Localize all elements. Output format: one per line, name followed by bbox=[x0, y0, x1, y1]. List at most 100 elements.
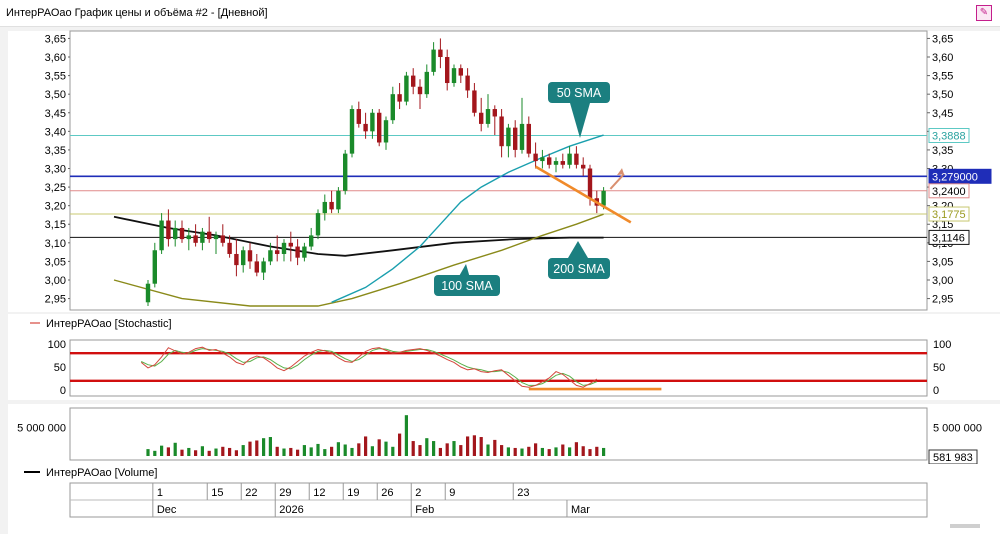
volume-bar bbox=[391, 446, 395, 456]
volume-bar bbox=[275, 446, 279, 456]
volume-bar bbox=[255, 440, 259, 456]
volume-bar bbox=[466, 436, 470, 456]
volume-bar bbox=[214, 448, 218, 456]
candle-body bbox=[159, 220, 164, 251]
candle-body bbox=[356, 109, 361, 124]
volume-bar bbox=[370, 446, 374, 456]
volume-bar bbox=[588, 449, 592, 456]
volume-bar bbox=[513, 447, 517, 456]
candle-body bbox=[540, 157, 545, 162]
candle-body bbox=[519, 123, 525, 150]
price-tick-label-left: 3,15 bbox=[45, 219, 66, 231]
volume-bar bbox=[398, 433, 402, 456]
price-tick-label-left: 3,40 bbox=[45, 126, 66, 138]
candle-body bbox=[547, 157, 552, 165]
candle-body bbox=[234, 253, 239, 266]
volume-bar bbox=[302, 445, 306, 456]
month-label: Mar bbox=[571, 504, 590, 516]
candle-body bbox=[268, 250, 273, 262]
volume-bar bbox=[452, 441, 456, 456]
volume-bar bbox=[418, 445, 422, 456]
candle-body bbox=[261, 261, 266, 273]
candle-body bbox=[479, 112, 484, 124]
window-title: ИнтерРАОао График цены и объёма #2 - [Дн… bbox=[6, 7, 268, 19]
candle-body bbox=[295, 246, 300, 258]
candle-body bbox=[553, 161, 559, 165]
time-axis: ИнтерРАОао [Volume]1 15 22 29 12 19 26 2 9 23Dec 2… bbox=[8, 464, 1000, 534]
volume-bar bbox=[574, 442, 578, 456]
callout-label: 100 SMA bbox=[441, 279, 493, 293]
candle-body bbox=[472, 90, 477, 113]
candle-body bbox=[458, 68, 463, 76]
level-value-label: 3,1146 bbox=[932, 232, 965, 244]
candle-body bbox=[438, 49, 443, 58]
volume-bar bbox=[384, 441, 388, 456]
price-panel: 3,65 3,65 3,60 3,60 3,55 3,55 3,50 3,50 3,45 3,45… bbox=[8, 30, 1000, 312]
stochastic-tick-label-right: 0 bbox=[933, 385, 939, 397]
candle-body bbox=[288, 242, 293, 247]
volume-bar bbox=[268, 437, 272, 456]
candle-body bbox=[574, 153, 579, 165]
price-tick-label-right: 3,65 bbox=[932, 33, 953, 45]
day-label: 12 bbox=[313, 487, 325, 499]
candle-body bbox=[247, 250, 253, 262]
candle-body bbox=[404, 75, 409, 102]
level-value-label: 3,1775 bbox=[932, 209, 966, 221]
volume-bar bbox=[561, 444, 565, 456]
candle-body bbox=[166, 220, 171, 240]
volume-bar bbox=[506, 447, 510, 456]
volume-bar bbox=[153, 450, 157, 456]
day-label: 1 bbox=[157, 487, 163, 499]
volume-bar bbox=[534, 443, 538, 456]
price-tick-label-left: 3,60 bbox=[45, 52, 66, 64]
candle-body bbox=[220, 235, 225, 243]
volume-bar bbox=[228, 447, 232, 456]
price-tick-label-left: 2,95 bbox=[45, 294, 66, 306]
candle-body bbox=[213, 235, 219, 240]
price-tick-label-left: 3,35 bbox=[45, 145, 66, 157]
volume-bar bbox=[438, 447, 442, 456]
candle-body bbox=[587, 168, 593, 199]
month-label: Feb bbox=[415, 504, 434, 516]
volume-bar bbox=[520, 448, 524, 456]
day-label: 9 bbox=[449, 487, 455, 499]
day-label: 2 bbox=[415, 487, 421, 499]
volume-panel-bg bbox=[8, 404, 1000, 464]
stochastic-tick-label-left: 50 bbox=[54, 362, 66, 374]
volume-bar bbox=[146, 449, 150, 456]
candle-body bbox=[465, 75, 470, 91]
volume-bar bbox=[459, 445, 463, 456]
candle-body bbox=[173, 227, 178, 240]
month-label: 2026 bbox=[279, 504, 303, 516]
stochastic-title: ИнтерРАОао [Stochastic] bbox=[46, 318, 172, 330]
chart-area: 3,65 3,65 3,60 3,60 3,55 3,55 3,50 3,50 3,45 3,45… bbox=[8, 30, 1000, 534]
stochastic-tick-label-left: 0 bbox=[60, 385, 66, 397]
volume-bar bbox=[527, 446, 531, 456]
volume-bar bbox=[187, 447, 191, 456]
volume-panel: 5 000 000 5 000 000 581 983 bbox=[8, 404, 1000, 465]
volume-tick-label-left: 5 000 000 bbox=[17, 422, 66, 434]
pin-icon[interactable]: ✎ bbox=[976, 5, 992, 21]
candle-body bbox=[526, 123, 531, 154]
price-tick-label-left: 3,45 bbox=[45, 108, 66, 120]
volume-bar bbox=[445, 443, 449, 456]
candle-body bbox=[343, 153, 348, 191]
price-tick-label-left: 3,30 bbox=[45, 164, 66, 176]
callout-label: 50 SMA bbox=[557, 86, 602, 100]
candle-body bbox=[411, 75, 416, 87]
candle-body bbox=[560, 161, 565, 165]
volume-bar bbox=[234, 450, 238, 456]
candle-body bbox=[485, 109, 491, 124]
candle-body bbox=[417, 86, 423, 95]
title-bar: ИнтерРАОао График цены и объёма #2 - [Дн… bbox=[0, 0, 1000, 27]
volume-bar bbox=[173, 442, 177, 456]
candle-body bbox=[241, 250, 246, 266]
price-tick-label-left: 3,25 bbox=[45, 182, 66, 194]
volume-bar bbox=[602, 447, 606, 456]
volume-bar bbox=[472, 435, 476, 456]
stochastic-tick-label-left: 100 bbox=[48, 339, 66, 351]
stochastic-panel: ИнтерРАОао [Stochastic] 100 100 50 50 0 0 bbox=[8, 314, 1000, 400]
candle-body bbox=[200, 231, 205, 243]
volume-bar bbox=[554, 447, 558, 456]
volume-bar bbox=[411, 441, 415, 456]
